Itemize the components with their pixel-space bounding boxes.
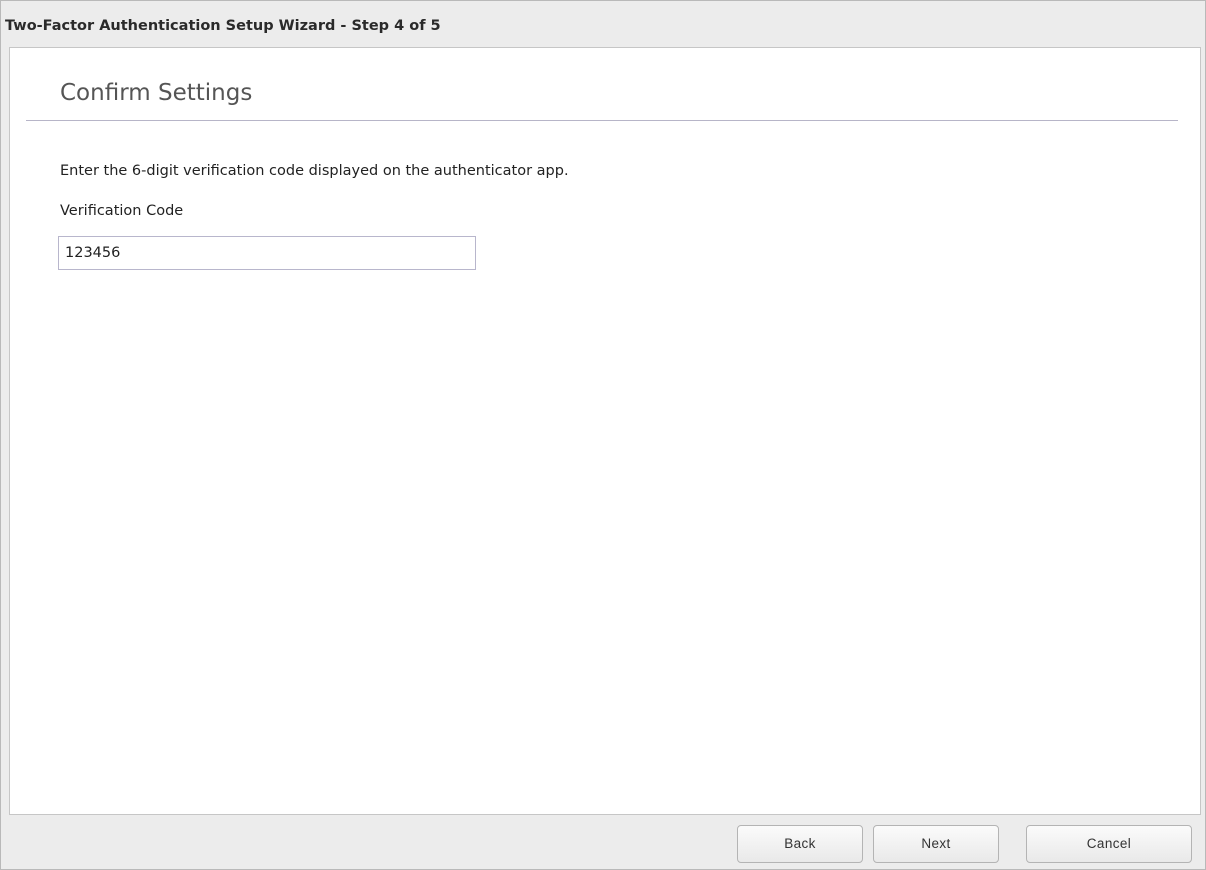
verification-code-label: Verification Code — [60, 203, 184, 219]
content-panel: Confirm Settings Enter the 6-digit verif… — [9, 47, 1201, 815]
page-title: Confirm Settings — [60, 80, 253, 106]
title-bar: Two-Factor Authentication Setup Wizard -… — [1, 1, 1205, 47]
instruction-text: Enter the 6-digit verification code disp… — [60, 163, 569, 179]
back-button[interactable]: Back — [737, 825, 863, 863]
window-title: Two-Factor Authentication Setup Wizard -… — [5, 18, 441, 34]
verification-code-input[interactable] — [58, 236, 476, 270]
wizard-window: Two-Factor Authentication Setup Wizard -… — [0, 0, 1206, 870]
cancel-button[interactable]: Cancel — [1026, 825, 1192, 863]
title-divider — [26, 120, 1178, 121]
button-bar: Back Next Cancel — [1, 815, 1205, 869]
next-button[interactable]: Next — [873, 825, 999, 863]
